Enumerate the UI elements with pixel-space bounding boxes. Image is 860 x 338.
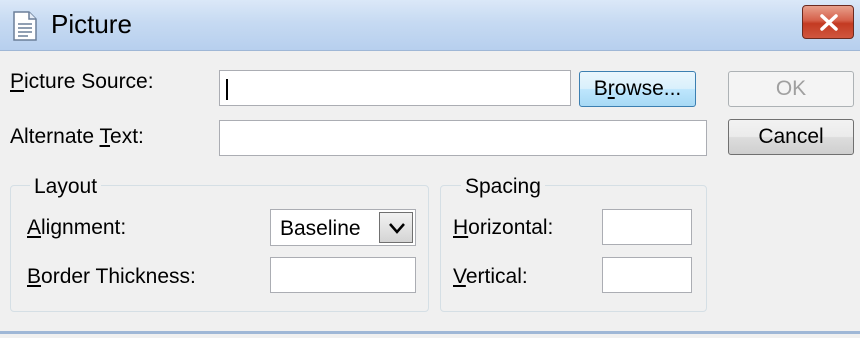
alignment-label: Alignment: bbox=[27, 216, 127, 239]
cancel-button[interactable]: Cancel bbox=[728, 119, 854, 155]
picture-source-input[interactable] bbox=[219, 70, 571, 106]
document-icon bbox=[12, 11, 38, 41]
text-caret bbox=[226, 79, 228, 100]
alternate-text-input[interactable] bbox=[219, 120, 707, 156]
window-title: Picture bbox=[51, 9, 132, 39]
layout-group-legend: Layout bbox=[30, 174, 102, 200]
alignment-select[interactable]: Baseline bbox=[270, 209, 416, 246]
vertical-label: Vertical: bbox=[453, 265, 528, 288]
window-bottom-border bbox=[0, 331, 860, 334]
dropdown-button[interactable] bbox=[379, 212, 413, 243]
spacing-group-legend: Spacing bbox=[461, 174, 545, 200]
ok-button[interactable]: OK bbox=[728, 71, 854, 107]
title-bar: Picture bbox=[0, 0, 860, 51]
horizontal-spacing-input[interactable] bbox=[602, 209, 692, 245]
chevron-down-icon bbox=[389, 223, 405, 234]
alternate-text-label: Alternate Text: bbox=[10, 125, 144, 148]
vertical-spacing-input[interactable] bbox=[602, 257, 692, 293]
border-thickness-input[interactable] bbox=[270, 257, 416, 293]
close-button[interactable] bbox=[802, 5, 854, 39]
horizontal-label: Horizontal: bbox=[453, 216, 554, 239]
alignment-select-value: Baseline bbox=[280, 217, 361, 240]
picture-source-label: Picture Source: bbox=[10, 70, 154, 93]
browse-button[interactable]: Browse... bbox=[579, 71, 696, 107]
close-icon bbox=[820, 14, 838, 31]
border-thickness-label: Border Thickness: bbox=[27, 265, 196, 288]
